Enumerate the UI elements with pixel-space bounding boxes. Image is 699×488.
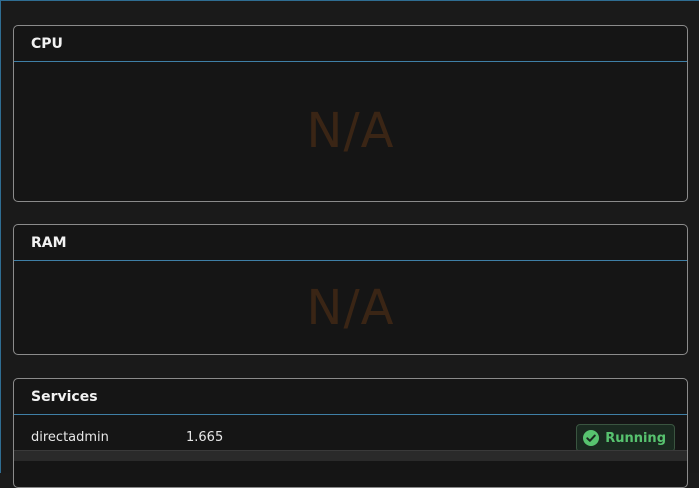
cpu-panel-body: N/A [14, 62, 687, 201]
dashboard-frame: CPU N/A RAM N/A Services directadmin 1.6… [0, 0, 699, 488]
service-version: 1.665 [186, 430, 224, 445]
cpu-value: N/A [306, 103, 395, 159]
cpu-panel-header: CPU [14, 26, 687, 62]
services-panel-header: Services [14, 379, 687, 415]
ram-value: N/A [306, 280, 395, 336]
check-circle-icon [583, 430, 600, 446]
services-panel-title: Services [31, 388, 98, 405]
ram-panel: RAM N/A [13, 224, 688, 355]
cpu-panel: CPU N/A [13, 25, 688, 202]
cpu-panel-title: CPU [31, 35, 63, 52]
service-name: directadmin [31, 430, 109, 445]
services-panel-body: directadmin 1.665 Running [14, 415, 687, 461]
status-badge[interactable]: Running [576, 424, 675, 452]
ram-panel-header: RAM [14, 225, 687, 261]
services-panel: Services directadmin 1.665 Running [13, 378, 688, 488]
next-row-strip [14, 450, 687, 461]
status-label: Running [605, 430, 666, 446]
ram-panel-title: RAM [31, 234, 67, 251]
ram-panel-body: N/A [14, 261, 687, 354]
